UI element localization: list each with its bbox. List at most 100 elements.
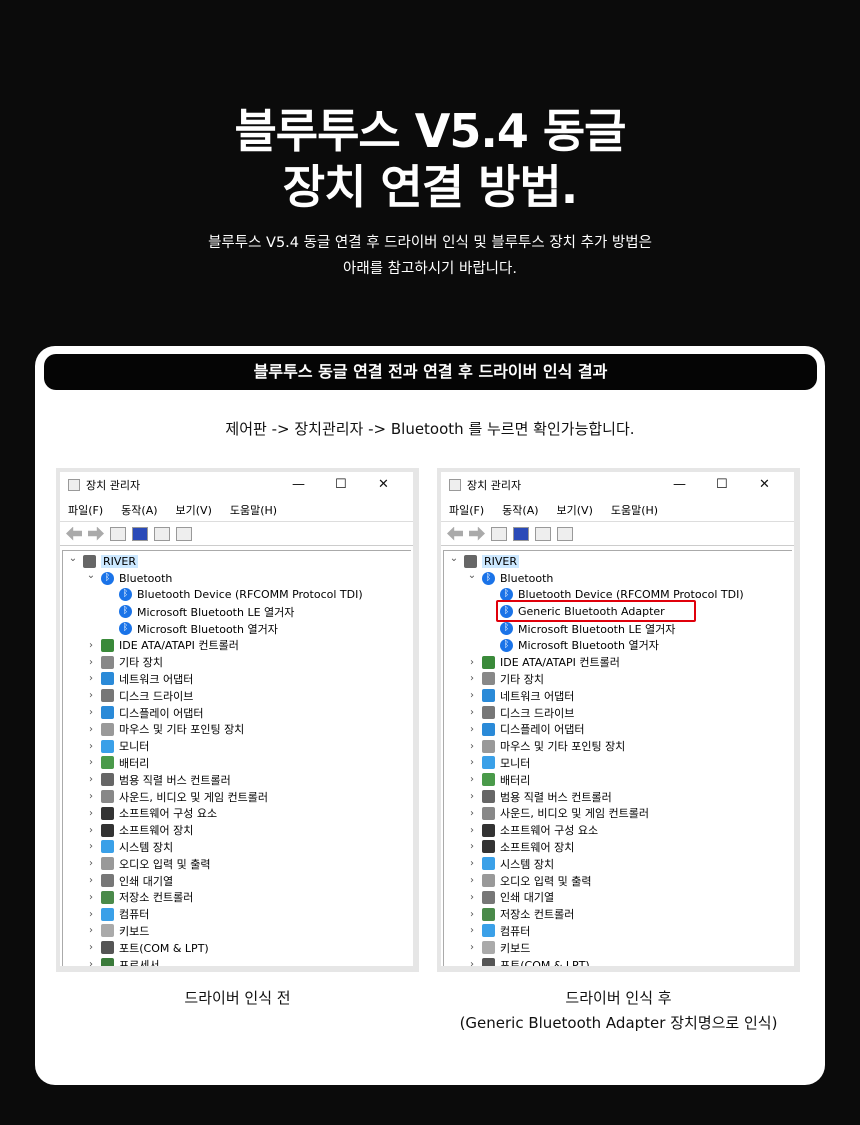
expand-chevron-right-icon[interactable]: › xyxy=(85,724,97,735)
expand-chevron-right-icon[interactable]: › xyxy=(85,942,97,953)
menu-item[interactable]: 도움말(H) xyxy=(611,502,658,518)
menu-item[interactable]: 동작(A) xyxy=(121,502,157,518)
expand-chevron-right-icon[interactable]: › xyxy=(85,640,97,651)
properties-icon[interactable] xyxy=(491,526,507,541)
tree-item[interactable]: › IDE ATA/ATAPI 컨트롤러 xyxy=(444,654,792,671)
expand-chevron-right-icon[interactable]: › xyxy=(466,757,478,768)
expand-chevron-right-icon[interactable]: › xyxy=(466,825,478,836)
back-arrow-icon[interactable] xyxy=(447,526,463,541)
tree-item[interactable]: ᛒ Microsoft Bluetooth LE 열거자 xyxy=(444,620,792,637)
expand-chevron-right-icon[interactable]: › xyxy=(466,690,478,701)
expand-chevron-right-icon[interactable]: › xyxy=(466,808,478,819)
tree-item[interactable]: › 디스플레이 어댑터 xyxy=(444,721,792,738)
expand-chevron-right-icon[interactable]: › xyxy=(85,825,97,836)
tree-item[interactable]: › 인쇄 대기열 xyxy=(444,889,792,906)
expand-chevron-right-icon[interactable]: › xyxy=(85,892,97,903)
expand-chevron-right-icon[interactable]: › xyxy=(85,875,97,886)
tree-item[interactable]: › 인쇄 대기열 xyxy=(63,872,411,889)
tree-item[interactable]: › 컴퓨터 xyxy=(444,923,792,940)
tree-item[interactable]: › IDE ATA/ATAPI 컨트롤러 xyxy=(63,637,411,654)
tree-item[interactable]: › 마우스 및 기타 포인팅 장치 xyxy=(63,721,411,738)
minimize-button[interactable]: — xyxy=(673,477,686,492)
tree-item[interactable]: › 시스템 장치 xyxy=(444,855,792,872)
expand-chevron-right-icon[interactable]: › xyxy=(466,892,478,903)
menu-item[interactable]: 동작(A) xyxy=(502,502,538,518)
expand-chevron-right-icon[interactable]: › xyxy=(466,774,478,785)
menu-item[interactable]: 보기(V) xyxy=(557,502,593,518)
scan-hardware-icon[interactable] xyxy=(176,526,192,541)
tree-item[interactable]: ⌄ ᛒ Bluetooth xyxy=(63,570,411,587)
tree-item[interactable]: › 컴퓨터 xyxy=(63,906,411,923)
scan-hardware-icon[interactable] xyxy=(557,526,573,541)
tree-item[interactable]: › 소프트웨어 구성 요소 xyxy=(444,822,792,839)
tree-item[interactable]: › 배터리 xyxy=(63,755,411,772)
expand-chevron-right-icon[interactable]: › xyxy=(466,791,478,802)
expand-chevron-right-icon[interactable]: › xyxy=(85,858,97,869)
tree-item[interactable]: ᛒ Bluetooth Device (RFCOMM Protocol TDI) xyxy=(63,587,411,604)
tree-item[interactable]: › 오디오 입력 및 출력 xyxy=(444,872,792,889)
help-icon[interactable] xyxy=(513,526,529,541)
expand-chevron-right-icon[interactable]: › xyxy=(466,741,478,752)
tree-item[interactable]: › 디스크 드라이브 xyxy=(444,704,792,721)
tree-item[interactable]: › 저장소 컨트롤러 xyxy=(444,906,792,923)
tree-item[interactable]: › 소프트웨어 구성 요소 xyxy=(63,805,411,822)
back-arrow-icon[interactable] xyxy=(66,526,82,541)
help-icon[interactable] xyxy=(132,526,148,541)
tree-item[interactable]: › 소프트웨어 장치 xyxy=(444,839,792,856)
expand-chevron-right-icon[interactable]: › xyxy=(85,673,97,684)
tree-item[interactable]: ᛒ Microsoft Bluetooth 열거자 xyxy=(444,637,792,654)
tree-item[interactable]: › 디스플레이 어댑터 xyxy=(63,704,411,721)
expand-chevron-right-icon[interactable]: › xyxy=(85,909,97,920)
tree-item[interactable]: › 키보드 xyxy=(63,923,411,940)
tree-item[interactable]: › 포트(COM & LPT) xyxy=(63,939,411,956)
expand-chevron-right-icon[interactable]: › xyxy=(85,774,97,785)
tree-item[interactable]: › 사운드, 비디오 및 게임 컨트롤러 xyxy=(444,805,792,822)
forward-arrow-icon[interactable] xyxy=(469,526,485,541)
update-driver-icon[interactable] xyxy=(535,526,551,541)
expand-chevron-down-icon[interactable]: ⌄ xyxy=(466,570,478,581)
menu-item[interactable]: 보기(V) xyxy=(176,502,212,518)
expand-chevron-right-icon[interactable]: › xyxy=(85,707,97,718)
tree-item[interactable]: ⌄ RIVER xyxy=(63,553,411,570)
tree-item[interactable]: › 사운드, 비디오 및 게임 컨트롤러 xyxy=(63,788,411,805)
expand-chevron-right-icon[interactable]: › xyxy=(466,909,478,920)
tree-item[interactable]: › 저장소 컨트롤러 xyxy=(63,889,411,906)
tree-item[interactable]: ᛒ Microsoft Bluetooth 열거자 xyxy=(63,620,411,637)
menu-item[interactable]: 파일(F) xyxy=(449,502,484,518)
tree-item[interactable]: ᛒ Generic Bluetooth Adapter xyxy=(444,600,792,623)
expand-chevron-right-icon[interactable]: › xyxy=(85,959,97,966)
expand-chevron-right-icon[interactable]: › xyxy=(466,724,478,735)
tree-item[interactable]: › 범용 직렬 버스 컨트롤러 xyxy=(444,788,792,805)
close-button[interactable]: ✕ xyxy=(378,477,389,492)
tree-item[interactable]: ᛒ Microsoft Bluetooth LE 열거자 xyxy=(63,603,411,620)
expand-chevron-right-icon[interactable]: › xyxy=(466,875,478,886)
expand-chevron-down-icon[interactable]: ⌄ xyxy=(67,553,79,564)
tree-item[interactable]: › 네트워크 어댑터 xyxy=(63,671,411,688)
expand-chevron-right-icon[interactable]: › xyxy=(466,942,478,953)
tree-item[interactable]: › 배터리 xyxy=(444,771,792,788)
tree-item[interactable]: ⌄ RIVER xyxy=(444,553,792,570)
tree-item[interactable]: › 소프트웨어 장치 xyxy=(63,822,411,839)
properties-icon[interactable] xyxy=(110,526,126,541)
expand-chevron-right-icon[interactable]: › xyxy=(85,808,97,819)
expand-chevron-right-icon[interactable]: › xyxy=(466,925,478,936)
expand-chevron-right-icon[interactable]: › xyxy=(85,741,97,752)
maximize-button[interactable]: ☐ xyxy=(335,477,347,492)
menu-item[interactable]: 도움말(H) xyxy=(230,502,277,518)
update-driver-icon[interactable] xyxy=(154,526,170,541)
minimize-button[interactable]: — xyxy=(292,477,305,492)
tree-item[interactable]: › 시스템 장치 xyxy=(63,839,411,856)
tree-item[interactable]: › 마우스 및 기타 포인팅 장치 xyxy=(444,738,792,755)
tree-item[interactable]: › 디스크 드라이브 xyxy=(63,687,411,704)
expand-chevron-right-icon[interactable]: › xyxy=(466,858,478,869)
tree-item[interactable]: › 프로세서 xyxy=(63,956,411,966)
expand-chevron-down-icon[interactable]: ⌄ xyxy=(448,553,460,564)
expand-chevron-down-icon[interactable]: ⌄ xyxy=(85,570,97,581)
tree-item[interactable]: › 기타 장치 xyxy=(444,671,792,688)
tree-item[interactable]: › 범용 직렬 버스 컨트롤러 xyxy=(63,771,411,788)
expand-chevron-right-icon[interactable]: › xyxy=(466,657,478,668)
menu-item[interactable]: 파일(F) xyxy=(68,502,103,518)
tree-item[interactable]: › 모니터 xyxy=(444,755,792,772)
expand-chevron-right-icon[interactable]: › xyxy=(85,690,97,701)
tree-item[interactable]: ⌄ ᛒ Bluetooth xyxy=(444,570,792,587)
